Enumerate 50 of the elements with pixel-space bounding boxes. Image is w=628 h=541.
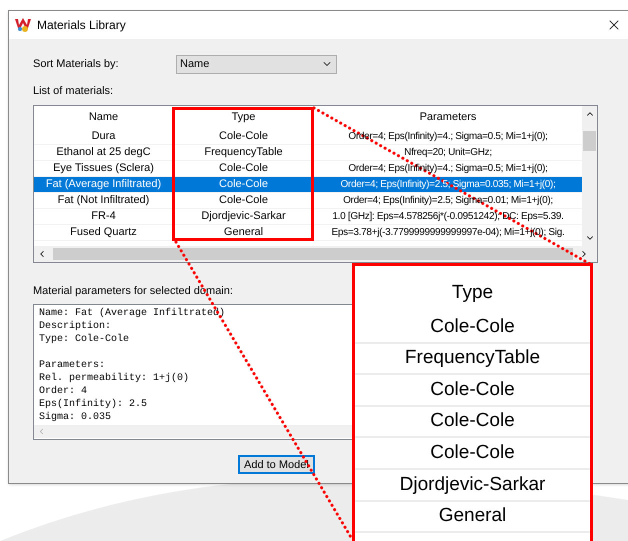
- callout-header: Type: [452, 280, 494, 305]
- sort-dropdown[interactable]: Name: [176, 54, 337, 74]
- details-line: Name: Fat (Average Infiltrated): [39, 307, 226, 320]
- details-line: Order: 4: [39, 385, 88, 398]
- callout-cell-text: Cole-Cole: [430, 440, 515, 465]
- details-textarea[interactable]: Name: Fat (Average Infiltrated) Description: Type: Cole-Cole Parameters: Rel. permeability: 1+j(0) Order: 4 Eps(Infinity): 2.5 Sigma: 0.035: [33, 304, 353, 440]
- table-cell-text: Order=4; Eps(Infinity)=2.5; Sigma=0.035; Mi=1+j(0);: [340, 178, 556, 192]
- table-cell-text: FR-4: [90, 208, 117, 224]
- table-cell-text: Fused Quartz: [69, 224, 138, 240]
- details-line: Description:: [39, 320, 112, 333]
- scroll-left-icon: [37, 427, 46, 436]
- table-row[interactable]: Fat (Average Infiltrated) Cole-Cole Order=4; Eps(Infinity)=2.5; Sigma=0.035; Mi=1+j(0);: [34, 176, 582, 192]
- window-title: Materials Library: [37, 17, 126, 34]
- table-row[interactable]: Ethanol at 25 degC FrequencyTable Nfreq=20; Unit=GHz;: [34, 144, 582, 160]
- callout-cell-text: Cole-Cole: [430, 409, 515, 434]
- callout-cell-text: Cole-Cole: [430, 314, 515, 339]
- callout-cell-text: Djordjevic-Sarkar: [400, 472, 546, 497]
- list-label: List of materials:: [33, 84, 114, 99]
- logo-icon: [15, 18, 31, 32]
- callout-cell-text: FrequencyTable: [404, 346, 540, 370]
- details-line: Type: Cole-Cole: [39, 333, 130, 346]
- table-cell-text: Cole-Cole: [218, 176, 269, 192]
- table-cell-text: Fat (Average Infiltrated): [44, 176, 162, 192]
- horizontal-scrollbar[interactable]: [34, 246, 597, 262]
- table-cell-text: Ethanol at 25 degC: [55, 144, 152, 160]
- table-cell-text: Nfreq=20; Unit=GHz;: [404, 146, 492, 160]
- table-cell-text: Cole-Cole: [218, 128, 269, 144]
- table-cell-text: Djordjevic-Sarkar: [200, 208, 287, 224]
- table-cell-text: Cole-Cole: [218, 192, 269, 208]
- details-line: Parameters:: [39, 359, 106, 372]
- column-header[interactable]: Type: [173, 108, 314, 126]
- callout-cell-text: Cole-Cole: [430, 378, 515, 402]
- details-line: Sigma: 0.035: [39, 411, 112, 424]
- details-line: Eps(Infinity): 2.5: [39, 398, 148, 411]
- table-cell-text: Eye Tissues (Sclera): [52, 160, 155, 176]
- scrollbar-thumb[interactable]: [53, 248, 573, 260]
- vertical-scrollbar[interactable]: [582, 106, 597, 246]
- column-header[interactable]: Parameters: [314, 108, 582, 126]
- table-cell-text: Dura: [90, 128, 116, 144]
- table-cell-text: Fat (Not Infiltrated): [56, 192, 150, 208]
- column-header[interactable]: Name: [34, 108, 173, 126]
- details-line: Rel. permeability: 1+j(0): [39, 372, 190, 385]
- table-cell-text: Cole-Cole: [218, 160, 269, 176]
- add-to-model-button[interactable]: Add to Model: [238, 455, 315, 474]
- details-label: Material parameters for selected domain:: [33, 284, 233, 298]
- sort-label: Sort Materials by:: [33, 56, 120, 72]
- table-cell-text: General: [222, 224, 264, 240]
- scrollbar-thumb[interactable]: [583, 130, 596, 150]
- table-cell-text: FrequencyTable: [203, 144, 284, 160]
- callout-cell-text: General: [438, 504, 506, 528]
